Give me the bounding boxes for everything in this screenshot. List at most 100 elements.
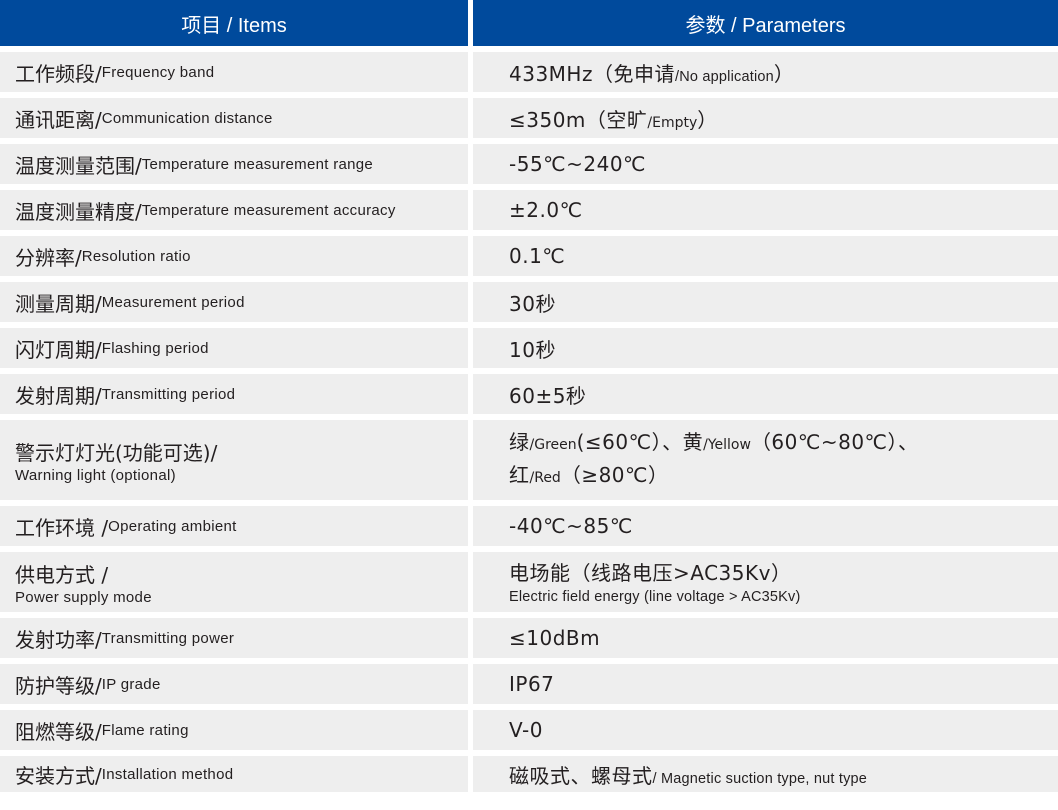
item-cell: 分辨率/Resolution ratio — [0, 236, 468, 276]
table-row: 温度测量精度/Temperature measurement accuracy … — [0, 190, 1058, 230]
value-cell: 绿/Green(≤60℃）、黄/Yellow（60℃~80℃）、 红/Red（≥… — [473, 420, 1058, 500]
table-row: 闪灯周期/Flashing period 10秒 — [0, 328, 1058, 368]
item-zh: 通讯距离/ — [15, 107, 102, 132]
item-cell: 测量周期/Measurement period — [0, 282, 468, 322]
item-cell: 温度测量精度/Temperature measurement accuracy — [0, 190, 468, 230]
item-zh: 防护等级/ — [15, 673, 102, 698]
item-zh: 供电方式 / — [15, 562, 109, 587]
item-zh: 闪灯周期/ — [15, 337, 102, 362]
table-row: 工作环境 / Operating ambient -40℃~85℃ — [0, 506, 1058, 546]
spec-table: 项目 / Items 参数 / Parameters 工作频段/Frequenc… — [0, 0, 1058, 792]
table-row: 温度测量范围/Temperature measurement range -55… — [0, 144, 1058, 184]
item-en: Measurement period — [101, 293, 245, 311]
value-tail: ） — [697, 107, 718, 132]
value-cell: 磁吸式、螺母式/ Magnetic suction type, nut type — [473, 756, 1058, 792]
value-sub: Electric field energy (line voltage > AC… — [509, 588, 801, 605]
value-line-2: 红/Red（≥80℃） — [509, 460, 919, 493]
value-main: 433MHz（免申请 — [509, 61, 675, 86]
table-row: 安装方式/Installation method 磁吸式、螺母式/ Magnet… — [0, 756, 1058, 792]
item-en: Installation method — [101, 765, 234, 783]
item-en: IP grade — [101, 675, 161, 693]
item-cell: 阻燃等级/Flame rating — [0, 710, 468, 750]
value-cell: ±2.0℃ — [473, 190, 1058, 230]
item-cell: 发射周期/Transmitting period — [0, 374, 468, 414]
yellow-zh: 黄 — [682, 430, 704, 454]
value-tail: ） — [773, 61, 795, 86]
value-en: /Empty — [647, 114, 698, 131]
red-zh: 红 — [509, 463, 530, 487]
value-main: 60±5秒 — [509, 383, 587, 408]
table-row: 发射周期/Transmitting period 60±5秒 — [0, 374, 1058, 414]
table-row: 防护等级/IP grade IP67 — [0, 664, 1058, 704]
item-zh: 阻燃等级/ — [15, 719, 102, 744]
green-range: (≤60℃）、 — [576, 430, 683, 454]
value-cell: -55℃~240℃ — [473, 144, 1058, 184]
value-en: /No application — [674, 68, 774, 85]
item-zh: 发射功率/ — [15, 627, 102, 652]
value-cell: 电场能（线路电压>AC35Kv） Electric field energy (… — [473, 552, 1058, 612]
item-cell: 防护等级/IP grade — [0, 664, 468, 704]
value-stack: 绿/Green(≤60℃）、黄/Yellow（60℃~80℃）、 红/Red（≥… — [509, 427, 919, 493]
green-en: /Green — [529, 437, 577, 453]
table-row: 发射功率/Transmitting power ≤10dBm — [0, 618, 1058, 658]
value-text: ≤350m（空旷/Empty） — [509, 104, 718, 133]
item-en: Operating ambient — [108, 517, 237, 535]
value-cell: IP67 — [473, 664, 1058, 704]
item-en: Frequency band — [101, 63, 215, 81]
item-en: Resolution ratio — [81, 247, 191, 265]
value-cell: 0.1℃ — [473, 236, 1058, 276]
item-en: Temperature measurement accuracy — [141, 201, 396, 219]
value-main: 30秒 — [509, 291, 556, 316]
item-en: Temperature measurement range — [141, 155, 374, 173]
value-main: 10秒 — [509, 337, 556, 362]
value-text: 433MHz（免申请/No application） — [509, 58, 794, 87]
value-cell: 30秒 — [473, 282, 1058, 322]
value-cell: 433MHz（免申请/No application） — [473, 52, 1058, 92]
item-cell: 工作环境 / Operating ambient — [0, 506, 468, 546]
value-main: ±2.0℃ — [509, 198, 583, 222]
item-en: Warning light (optional) — [15, 466, 176, 484]
value-cell: ≤350m（空旷/Empty） — [473, 98, 1058, 138]
item-cell: 发射功率/Transmitting power — [0, 618, 468, 658]
value-main: IP67 — [509, 672, 555, 696]
table-row: 分辨率/Resolution ratio 0.1℃ — [0, 236, 1058, 276]
value-main: ≤350m（空旷 — [509, 107, 648, 132]
item-zh: 分辨率/ — [15, 245, 82, 270]
item-zh: 工作环境 / — [15, 515, 109, 540]
yellow-en: /Yellow — [703, 437, 751, 453]
value-main: 电场能（线路电压>AC35Kv） — [509, 560, 792, 585]
item-cell: 安装方式/Installation method — [0, 756, 468, 792]
value-main: 磁吸式、螺母式 — [509, 763, 653, 788]
red-en: /Red — [529, 470, 561, 486]
table-row: 通讯距离/Communication distance ≤350m（空旷/Emp… — [0, 98, 1058, 138]
item-cell: 警示灯灯光(功能可选)/ Warning light (optional) — [0, 420, 468, 500]
item-cell: 供电方式 / Power supply mode — [0, 552, 468, 612]
value-stack: 电场能（线路电压>AC35Kv） Electric field energy (… — [509, 557, 801, 608]
value-main: V-0 — [509, 718, 543, 742]
item-cell: 工作频段/Frequency band — [0, 52, 468, 92]
table-row: 警示灯灯光(功能可选)/ Warning light (optional) 绿/… — [0, 420, 1058, 500]
value-main: 0.1℃ — [509, 244, 566, 268]
item-cell: 闪灯周期/Flashing period — [0, 328, 468, 368]
item-en: Transmitting power — [101, 629, 235, 647]
item-zh: 温度测量范围/ — [15, 153, 142, 178]
item-cell: 通讯距离/Communication distance — [0, 98, 468, 138]
green-zh: 绿 — [509, 430, 530, 454]
value-cell: -40℃~85℃ — [473, 506, 1058, 546]
item-stack: 供电方式 / Power supply mode — [15, 559, 152, 606]
item-zh: 温度测量精度/ — [15, 199, 142, 224]
table-row: 测量周期/Measurement period 30秒 — [0, 282, 1058, 322]
item-en: Communication distance — [101, 109, 273, 127]
header-parameters: 参数 / Parameters — [473, 0, 1058, 46]
table-row: 工作频段/Frequency band 433MHz（免申请/No applic… — [0, 52, 1058, 92]
item-zh: 测量周期/ — [15, 291, 102, 316]
item-stack: 警示灯灯光(功能可选)/ Warning light (optional) — [15, 437, 217, 484]
item-cell: 温度测量范围/Temperature measurement range — [0, 144, 468, 184]
item-en: Transmitting period — [101, 385, 236, 403]
item-zh: 安装方式/ — [15, 763, 102, 788]
value-line-1: 绿/Green(≤60℃）、黄/Yellow（60℃~80℃）、 — [509, 427, 919, 460]
value-text: 磁吸式、螺母式/ Magnetic suction type, nut type — [509, 760, 867, 789]
value-main: ≤10dBm — [509, 626, 601, 650]
table-row: 供电方式 / Power supply mode 电场能（线路电压>AC35Kv… — [0, 552, 1058, 612]
item-zh: 警示灯灯光(功能可选)/ — [15, 440, 218, 465]
